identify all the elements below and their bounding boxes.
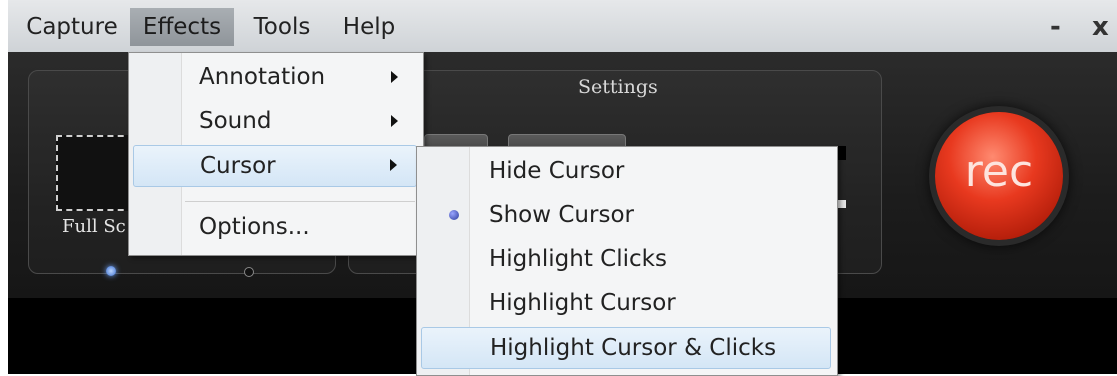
menu-bar: Capture Effects Tools Help - x bbox=[8, 0, 1117, 53]
menu-item-label: Sound bbox=[199, 108, 272, 134]
full-screen-label: Full Sc bbox=[62, 216, 126, 237]
effects-menu: Annotation Sound Cursor Options... bbox=[128, 52, 424, 256]
menu-capture[interactable]: Capture bbox=[16, 8, 128, 46]
menu-item-annotation[interactable]: Annotation bbox=[133, 57, 417, 97]
cursor-submenu: Hide Cursor Show Cursor Highlight Clicks… bbox=[416, 146, 838, 376]
menu-item-label: Cursor bbox=[200, 153, 276, 179]
submenu-item-label: Highlight Clicks bbox=[489, 246, 667, 272]
submenu-item-highlight-clicks[interactable]: Highlight Clicks bbox=[421, 239, 831, 279]
minimize-button[interactable]: - bbox=[1050, 8, 1061, 46]
submenu-item-label: Highlight Cursor bbox=[489, 290, 676, 316]
submenu-item-label: Hide Cursor bbox=[489, 158, 625, 184]
radio-bullet-icon bbox=[449, 210, 459, 220]
page-dot-active[interactable] bbox=[106, 266, 116, 276]
submenu-arrow-icon bbox=[391, 115, 398, 127]
menu-item-label: Annotation bbox=[199, 64, 326, 90]
submenu-arrow-icon bbox=[390, 159, 397, 171]
menu-help[interactable]: Help bbox=[330, 8, 408, 46]
menu-effects[interactable]: Effects bbox=[130, 8, 234, 46]
settings-title: Settings bbox=[578, 76, 658, 98]
submenu-item-label: Highlight Cursor & Clicks bbox=[490, 335, 777, 361]
page-dot[interactable] bbox=[244, 267, 254, 277]
menu-item-options[interactable]: Options... bbox=[133, 207, 417, 247]
menu-item-sound[interactable]: Sound bbox=[133, 101, 417, 141]
submenu-item-show-cursor[interactable]: Show Cursor bbox=[421, 195, 831, 235]
full-screen-icon[interactable] bbox=[56, 135, 134, 211]
submenu-item-highlight-cursor-and-clicks[interactable]: Highlight Cursor & Clicks bbox=[421, 327, 831, 369]
menu-item-label: Options... bbox=[199, 214, 310, 240]
rec-label: rec bbox=[964, 146, 1034, 197]
submenu-item-hide-cursor[interactable]: Hide Cursor bbox=[421, 151, 831, 191]
settings-indicator bbox=[838, 200, 846, 208]
close-button[interactable]: x bbox=[1092, 8, 1109, 46]
menu-tools[interactable]: Tools bbox=[240, 8, 324, 46]
submenu-item-highlight-cursor[interactable]: Highlight Cursor bbox=[421, 283, 831, 323]
menu-separator bbox=[185, 201, 415, 202]
submenu-item-label: Show Cursor bbox=[489, 202, 634, 228]
menu-item-cursor[interactable]: Cursor bbox=[133, 145, 417, 187]
rec-button[interactable]: rec bbox=[935, 112, 1063, 240]
submenu-arrow-icon bbox=[391, 71, 398, 83]
